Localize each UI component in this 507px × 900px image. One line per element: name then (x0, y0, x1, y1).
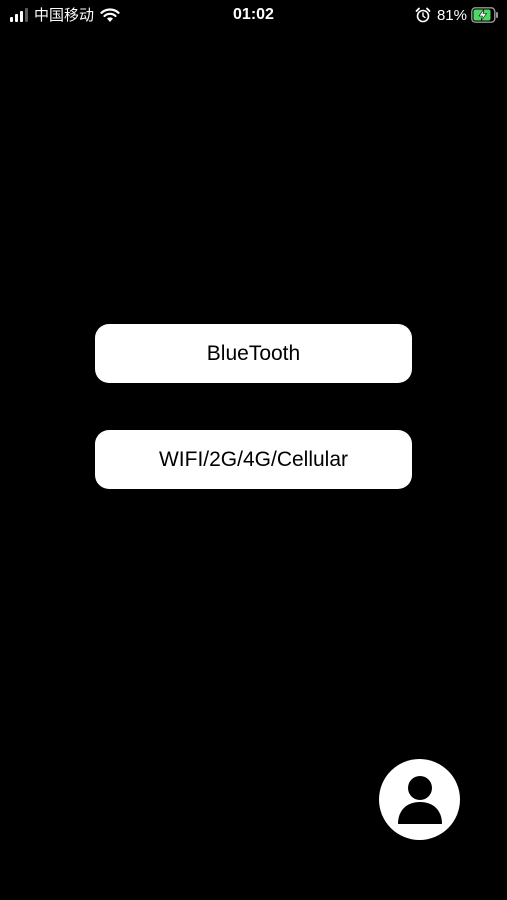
person-icon (397, 775, 442, 824)
status-right: 81% (415, 5, 499, 25)
network-button-label: WIFI/2G/4G/Cellular (158, 447, 349, 471)
profile-button[interactable] (379, 759, 460, 840)
alarm-icon (415, 7, 431, 23)
bluetooth-button-label: BlueTooth (206, 341, 301, 365)
network-button[interactable]: WIFI/2G/4G/Cellular (95, 430, 412, 489)
battery-percent: 81% (436, 6, 467, 24)
status-bar: 中国移动 01:02 81% (0, 0, 507, 30)
battery-charging-icon (471, 7, 498, 23)
bluetooth-button[interactable]: BlueTooth (95, 324, 412, 383)
